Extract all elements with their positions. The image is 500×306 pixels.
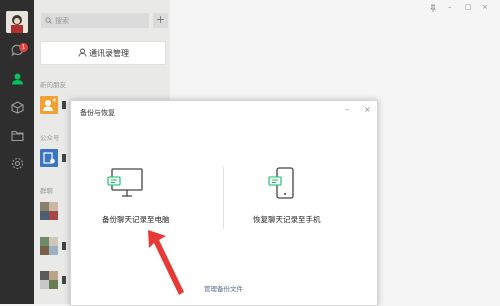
nav-rail: 1 [0,0,34,304]
new-friends-icon[interactable] [40,96,58,114]
backup-option-label: 备份聊天记录至电脑 [102,215,170,224]
manage-contacts-label: 通讯录管理 [89,49,129,58]
window-close-button[interactable]: × [482,3,488,11]
restore-to-phone-option[interactable]: 恢复聊天记录至手机 [237,167,367,229]
files-icon[interactable] [9,127,25,143]
official-account-icon[interactable] [40,149,58,167]
group-avatar[interactable] [40,271,58,289]
phone-icon [268,167,294,199]
manage-backup-link[interactable]: 管理备份文件 [204,283,243,293]
avatar[interactable] [6,11,28,33]
pin-icon[interactable] [430,4,436,12]
list-item-name-fragment [62,154,66,162]
section-new-friends: 新的朋友 [40,81,66,89]
section-official-accounts: 公众号 [40,134,60,142]
search-input[interactable]: 搜索 [41,13,149,28]
manage-contacts-button[interactable]: 通讯录管理 [40,41,166,65]
dialog-title: 备份与恢复 [80,109,115,117]
contacts-icon[interactable] [9,70,25,86]
option-divider [223,167,224,229]
group-avatar[interactable] [40,202,58,220]
dialog-minimize-button[interactable]: – [345,105,349,114]
list-item-name-fragment [62,276,66,284]
group-avatar[interactable] [40,237,58,255]
search-icon [45,17,52,24]
window-maximize-button[interactable]: □ [465,3,472,11]
unread-badge: 1 [19,43,28,52]
avatar-image [6,11,28,33]
dialog-close-button[interactable]: × [364,105,371,114]
contacts-manage-icon [78,48,87,57]
red-arrow-annotation [148,230,184,295]
list-item-name-fragment [62,242,66,250]
backup-to-computer-option[interactable]: 备份聊天记录至电脑 [91,167,211,229]
monitor-icon [107,168,143,197]
add-button[interactable]: + [153,13,168,28]
list-item-name-fragment [62,101,66,109]
favorites-icon[interactable] [9,99,25,115]
backup-restore-dialog: 备份与恢复 – × 备份聊天记录至电脑 恢复聊天记录至手机 管理备份文件 [70,100,378,306]
restore-option-label: 恢复聊天记录至手机 [253,215,321,224]
search-placeholder: 搜索 [55,17,69,25]
window-minimize-button[interactable]: – [448,3,452,11]
section-groups: 群聊 [40,187,53,195]
mini-programs-icon[interactable] [9,155,25,171]
